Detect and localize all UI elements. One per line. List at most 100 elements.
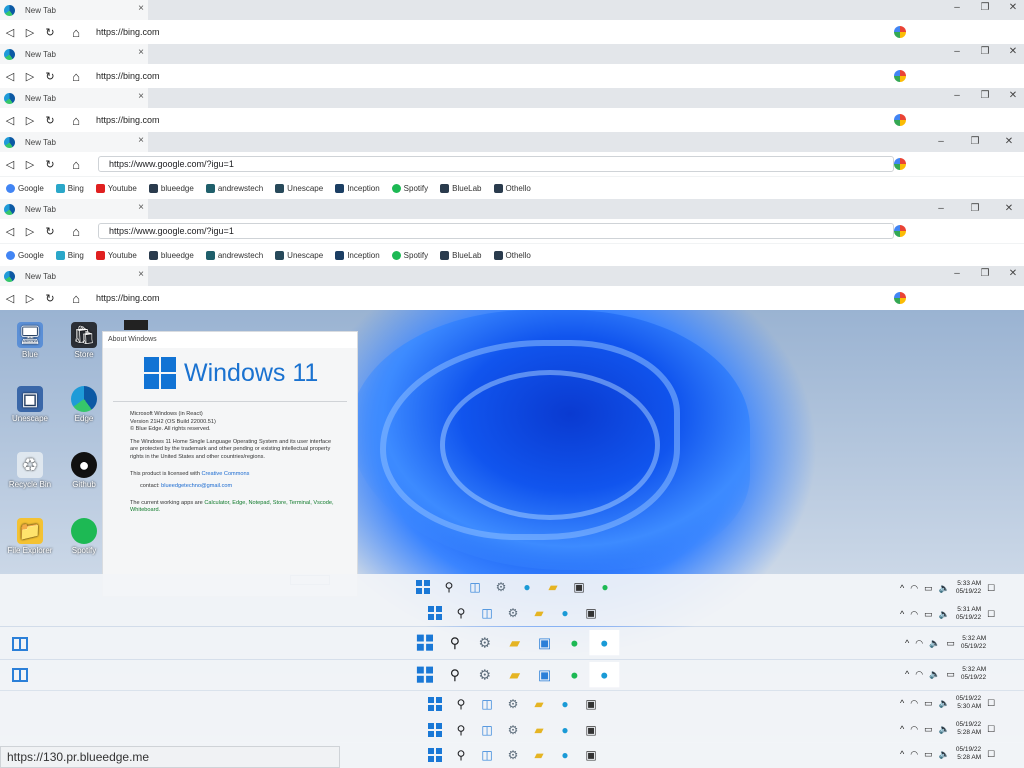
- terminal-icon[interactable]: [124, 320, 148, 330]
- browser-tab[interactable]: New Tab ×: [0, 199, 148, 219]
- bookmark-andrewstech[interactable]: andrewstech: [205, 250, 263, 260]
- settings-icon[interactable]: ⚙: [500, 693, 526, 715]
- spotify-icon[interactable]: ●: [592, 576, 618, 598]
- store-icon[interactable]: ▣: [578, 744, 604, 766]
- wifi-icon[interactable]: ◠: [910, 583, 918, 594]
- start-button[interactable]: [410, 630, 440, 655]
- google-icon[interactable]: [894, 26, 906, 38]
- volume-icon[interactable]: 🔈: [939, 749, 950, 760]
- chevron-up-icon[interactable]: ^: [900, 609, 904, 619]
- home-button[interactable]: ⌂: [66, 113, 86, 128]
- battery-icon[interactable]: ▭: [924, 698, 933, 709]
- settings-icon[interactable]: ⚙: [500, 744, 526, 766]
- bookmark-google[interactable]: Google: [6, 183, 44, 193]
- browser-tab[interactable]: New Tab ×: [0, 0, 148, 20]
- minimize-button[interactable]: –: [952, 90, 962, 101]
- bookmark-bing[interactable]: Bing: [55, 250, 84, 260]
- forward-button[interactable]: ▷: [20, 158, 40, 171]
- start-button[interactable]: [422, 744, 448, 766]
- store-icon[interactable]: ▣: [566, 576, 592, 598]
- close-button[interactable]: ✕: [1004, 136, 1014, 147]
- task-view-icon[interactable]: [12, 668, 28, 682]
- store-icon[interactable]: ▣: [530, 662, 560, 687]
- forward-button[interactable]: ▷: [20, 70, 40, 83]
- restore-button[interactable]: ❐: [980, 90, 990, 101]
- edge-icon[interactable]: ●: [552, 693, 578, 715]
- bookmark-blueedge[interactable]: blueedge: [148, 183, 194, 193]
- notification-icon[interactable]: ☐: [987, 583, 995, 594]
- clock[interactable]: 5:31 AM 05/19/22: [956, 606, 981, 622]
- folder-icon[interactable]: ▰: [526, 602, 552, 624]
- search-icon[interactable]: ⚲: [436, 576, 462, 598]
- refresh-button[interactable]: ↻: [40, 292, 60, 305]
- chevron-up-icon[interactable]: ^: [900, 724, 904, 734]
- wifi-icon[interactable]: ◠: [910, 749, 918, 760]
- close-button[interactable]: ✕: [1008, 46, 1018, 57]
- bookmark-bing[interactable]: Bing: [55, 183, 84, 193]
- search-icon[interactable]: ⚲: [448, 693, 474, 715]
- chevron-up-icon[interactable]: ^: [900, 749, 904, 759]
- folder-icon[interactable]: ▰: [500, 630, 530, 655]
- minimize-button[interactable]: –: [952, 2, 962, 13]
- desktop-icon-recycle-bin[interactable]: ♻ Recycle Bin: [0, 452, 60, 489]
- notification-icon[interactable]: ☐: [987, 698, 995, 709]
- bookmark-blueedge[interactable]: blueedge: [148, 250, 194, 260]
- address-bar[interactable]: https://www.google.com/?igu=1: [98, 156, 894, 172]
- clock[interactable]: 05/19/22 5:28 AM: [956, 721, 981, 737]
- bookmark-inception[interactable]: Inception: [335, 250, 380, 260]
- google-icon[interactable]: [894, 114, 906, 126]
- battery-icon[interactable]: ▭: [924, 583, 933, 594]
- bookmark-othello[interactable]: Othello: [493, 183, 531, 193]
- spotify-icon[interactable]: ●: [560, 662, 590, 687]
- start-button[interactable]: [410, 576, 436, 598]
- start-button[interactable]: [422, 693, 448, 715]
- contact-email-link[interactable]: blueedgetechno@gmail.com: [161, 483, 232, 489]
- battery-icon[interactable]: ▭: [924, 609, 933, 620]
- tab-close-button[interactable]: ×: [138, 135, 144, 146]
- bookmark-andrewstech[interactable]: andrewstech: [205, 183, 263, 193]
- start-button[interactable]: [410, 662, 440, 687]
- desktop-icon-unescape[interactable]: ▣ Unescape: [0, 386, 60, 423]
- volume-icon[interactable]: 🔈: [929, 638, 940, 649]
- bookmark-google[interactable]: Google: [6, 250, 44, 260]
- battery-icon[interactable]: ▭: [924, 749, 933, 760]
- folder-icon[interactable]: ▰: [500, 662, 530, 687]
- google-icon[interactable]: [894, 292, 906, 304]
- notification-icon[interactable]: ☐: [987, 724, 995, 735]
- browser-tab[interactable]: New Tab ×: [0, 44, 148, 64]
- bookmark-youtube[interactable]: Youtube: [95, 183, 137, 193]
- refresh-button[interactable]: ↻: [40, 26, 60, 39]
- wifi-icon[interactable]: ◠: [910, 724, 918, 735]
- restore-button[interactable]: ❐: [980, 46, 990, 57]
- refresh-button[interactable]: ↻: [40, 158, 60, 171]
- browser-tab[interactable]: New Tab ×: [0, 88, 148, 108]
- bookmark-othello[interactable]: Othello: [493, 250, 531, 260]
- bookmark-bluelab[interactable]: BlueLab: [440, 250, 482, 260]
- chevron-up-icon[interactable]: ^: [900, 698, 904, 708]
- desktop-icon-blue[interactable]: 🖥 Blue: [0, 322, 60, 359]
- store-icon[interactable]: ▣: [578, 602, 604, 624]
- home-button[interactable]: ⌂: [66, 69, 86, 84]
- google-icon[interactable]: [894, 225, 906, 237]
- minimize-button[interactable]: –: [936, 136, 946, 147]
- minimize-button[interactable]: –: [952, 268, 962, 279]
- edge-icon[interactable]: ●: [552, 602, 578, 624]
- browser-tab[interactable]: New Tab ×: [0, 132, 148, 152]
- widgets-icon[interactable]: ◫: [474, 693, 500, 715]
- folder-icon[interactable]: ▰: [526, 719, 552, 741]
- clock[interactable]: 5:33 AM 05/19/22: [956, 580, 981, 596]
- forward-button[interactable]: ▷: [20, 292, 40, 305]
- search-icon[interactable]: ⚲: [448, 602, 474, 624]
- widgets-icon[interactable]: ◫: [474, 719, 500, 741]
- back-button[interactable]: ◁: [0, 292, 20, 305]
- restore-button[interactable]: ❐: [980, 2, 990, 13]
- close-button[interactable]: ✕: [1008, 2, 1018, 13]
- address-bar[interactable]: https://www.google.com/?igu=1: [98, 223, 894, 239]
- start-button[interactable]: [422, 602, 448, 624]
- address-bar[interactable]: https://bing.com: [96, 293, 160, 303]
- settings-icon[interactable]: ⚙: [500, 602, 526, 624]
- battery-icon[interactable]: ▭: [924, 724, 933, 735]
- restore-button[interactable]: ❐: [980, 268, 990, 279]
- folder-icon[interactable]: ▰: [540, 576, 566, 598]
- store-icon[interactable]: ▣: [530, 630, 560, 655]
